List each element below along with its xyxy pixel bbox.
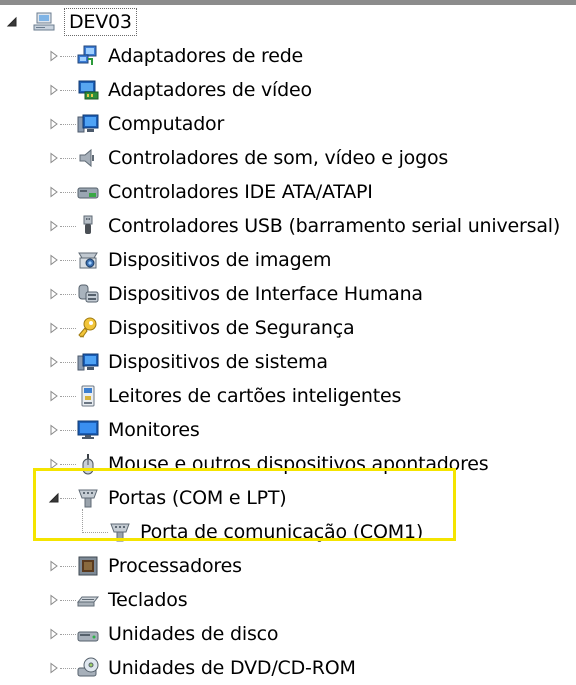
speaker-icon bbox=[76, 146, 100, 170]
port-icon bbox=[108, 520, 132, 544]
security-key-icon bbox=[76, 316, 100, 340]
expand-arrow-icon[interactable] bbox=[48, 322, 60, 334]
expand-arrow-icon[interactable] bbox=[48, 356, 60, 368]
expand-arrow-icon[interactable] bbox=[48, 254, 60, 266]
computer-monitor-icon bbox=[76, 112, 100, 136]
tree-connector-line bbox=[60, 90, 76, 91]
tree-category-row[interactable]: Computador bbox=[0, 107, 576, 141]
expand-arrow-icon[interactable] bbox=[48, 628, 60, 640]
tree-connector-line bbox=[60, 430, 76, 431]
system-device-icon bbox=[76, 350, 100, 374]
tree-category-row[interactable]: Controladores USB (barramento serial uni… bbox=[0, 209, 576, 243]
tree-category-row[interactable]: Dispositivos de Interface Humana bbox=[0, 277, 576, 311]
expand-arrow-icon[interactable] bbox=[48, 288, 60, 300]
tree-category-label: Dispositivos de Segurança bbox=[108, 317, 355, 339]
tree-category-label: Dispositivos de imagem bbox=[108, 249, 332, 271]
tree-connector-line bbox=[60, 56, 76, 57]
expand-arrow-open-icon[interactable] bbox=[48, 492, 60, 504]
dvd-drive-icon bbox=[76, 656, 100, 680]
tree-category-label: Controladores USB (barramento serial uni… bbox=[108, 215, 561, 237]
hid-icon bbox=[76, 282, 100, 306]
tree-category-row[interactable]: Controladores IDE ATA/ATAPI bbox=[0, 175, 576, 209]
tree-category-label: Unidades de DVD/CD-ROM bbox=[108, 657, 356, 679]
tree-connector-line bbox=[60, 328, 76, 329]
tree-category-row[interactable]: Dispositivos de imagem bbox=[0, 243, 576, 277]
tree-category-label: Processadores bbox=[108, 555, 242, 577]
tree-category-label: Mouse e outros dispositivos apontadores bbox=[108, 453, 489, 475]
expand-arrow-icon[interactable] bbox=[48, 662, 60, 674]
tree-connector-line bbox=[60, 634, 76, 635]
tree-category-label: Portas (COM e LPT) bbox=[108, 487, 287, 509]
tree-connector-line bbox=[60, 600, 76, 601]
tree-category-row[interactable]: Dispositivos de Segurança bbox=[0, 311, 576, 345]
smart-card-icon bbox=[76, 384, 100, 408]
tree-connector-line bbox=[82, 532, 108, 533]
display-adapter-icon bbox=[76, 78, 100, 102]
tree-category-label: Dispositivos de sistema bbox=[108, 351, 328, 373]
tree-category-row[interactable]: Dispositivos de sistema bbox=[0, 345, 576, 379]
expand-arrow-icon[interactable] bbox=[48, 560, 60, 572]
tree-connector-line bbox=[60, 464, 76, 465]
computer-icon bbox=[32, 10, 56, 34]
tree-category-label: Adaptadores de rede bbox=[108, 45, 304, 67]
port-icon bbox=[76, 486, 100, 510]
tree-category-row[interactable]: Adaptadores de vídeo bbox=[0, 73, 576, 107]
expand-arrow-icon[interactable] bbox=[48, 424, 60, 436]
processor-icon bbox=[76, 554, 100, 578]
tree-connector-line bbox=[60, 668, 76, 669]
disk-drive-icon bbox=[76, 622, 100, 646]
expand-arrow-icon[interactable] bbox=[48, 594, 60, 606]
expand-arrow-icon[interactable] bbox=[48, 118, 60, 130]
tree-connector-line bbox=[60, 124, 76, 125]
tree-category-label: Adaptadores de vídeo bbox=[108, 79, 312, 101]
expand-arrow-open-icon[interactable] bbox=[6, 16, 18, 28]
network-adapter-icon bbox=[76, 44, 100, 68]
tree-connector-line bbox=[60, 192, 76, 193]
monitor-icon bbox=[76, 418, 100, 442]
tree-connector-line bbox=[60, 498, 76, 499]
expand-arrow-icon[interactable] bbox=[48, 390, 60, 402]
tree-category-label: Controladores de som, vídeo e jogos bbox=[108, 147, 449, 169]
tree-connector-line bbox=[60, 396, 76, 397]
tree-category-row[interactable]: Controladores de som, vídeo e jogos bbox=[0, 141, 576, 175]
tree-category-label: Leitores de cartões inteligentes bbox=[108, 385, 402, 407]
tree-device-label: Porta de comunicação (COM1) bbox=[140, 521, 424, 543]
tree-category-row[interactable]: Portas (COM e LPT) bbox=[0, 481, 576, 515]
tree-category-label: Computador bbox=[108, 113, 225, 135]
expand-arrow-icon[interactable] bbox=[48, 220, 60, 232]
expand-arrow-icon[interactable] bbox=[48, 458, 60, 470]
tree-connector-line bbox=[60, 294, 76, 295]
tree-category-row[interactable]: Leitores de cartões inteligentes bbox=[0, 379, 576, 413]
tree-connector-line bbox=[60, 226, 76, 227]
tree-category-label: Teclados bbox=[108, 589, 188, 611]
tree-connector-line bbox=[60, 158, 76, 159]
camera-icon bbox=[76, 248, 100, 272]
expand-arrow-icon[interactable] bbox=[48, 84, 60, 96]
tree-device-row[interactable]: Porta de comunicação (COM1) bbox=[0, 509, 576, 549]
tree-connector-line bbox=[60, 260, 76, 261]
mouse-icon bbox=[76, 452, 100, 476]
tree-connector-line bbox=[82, 509, 83, 533]
tree-category-label: Controladores IDE ATA/ATAPI bbox=[108, 181, 373, 203]
tree-category-row[interactable]: Unidades de DVD/CD-ROM bbox=[0, 651, 576, 685]
tree-connector-line bbox=[60, 566, 76, 567]
tree-category-row[interactable]: Adaptadores de rede bbox=[0, 39, 576, 73]
expand-arrow-icon[interactable] bbox=[48, 152, 60, 164]
ide-controller-icon bbox=[76, 180, 100, 204]
tree-category-row[interactable]: Monitores bbox=[0, 413, 576, 447]
tree-category-row[interactable]: Unidades de disco bbox=[0, 617, 576, 651]
expand-arrow-icon[interactable] bbox=[48, 50, 60, 62]
tree-category-label: Dispositivos de Interface Humana bbox=[108, 283, 423, 305]
tree-category-label: Unidades de disco bbox=[108, 623, 279, 645]
tree-root-dev03[interactable]: DEV03 bbox=[0, 5, 576, 39]
keyboard-icon bbox=[76, 588, 100, 612]
tree-root-label: DEV03 bbox=[64, 8, 137, 36]
expand-arrow-icon[interactable] bbox=[48, 186, 60, 198]
tree-category-row[interactable]: Mouse e outros dispositivos apontadores bbox=[0, 447, 576, 481]
tree-category-row[interactable]: Teclados bbox=[0, 583, 576, 617]
tree-category-row[interactable]: Processadores bbox=[0, 549, 576, 583]
tree-connector-line bbox=[60, 362, 76, 363]
usb-icon bbox=[76, 214, 100, 238]
tree-category-label: Monitores bbox=[108, 419, 200, 441]
